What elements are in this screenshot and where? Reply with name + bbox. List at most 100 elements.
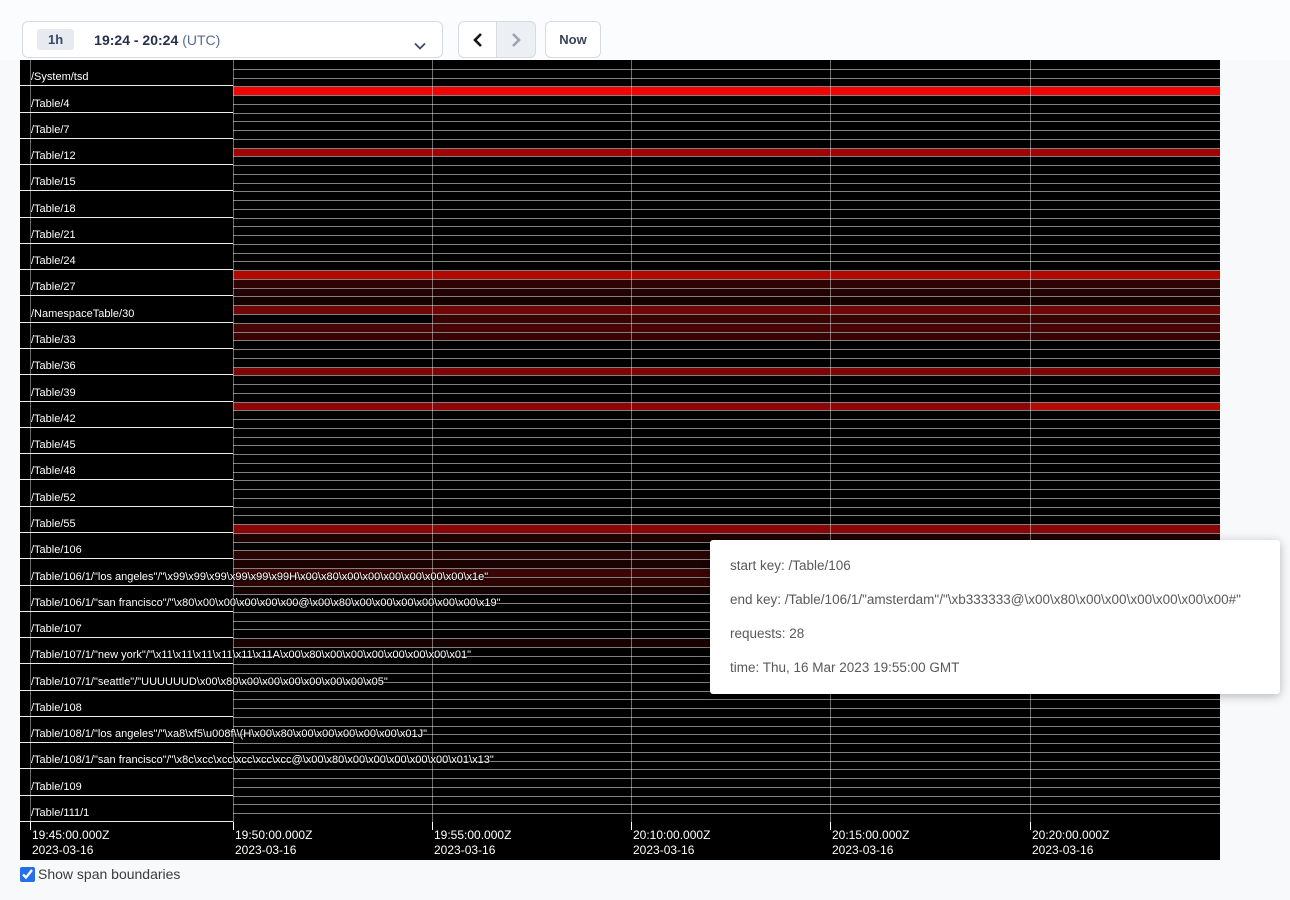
span-label: /Table/109 — [31, 781, 82, 794]
toolbar: 1h 19:24 - 20:24(UTC) Now — [0, 0, 1290, 60]
span-boundary-line — [233, 323, 1220, 324]
span-boundary-line — [233, 95, 1220, 96]
span-boundary-line — [233, 708, 1220, 709]
heat-band — [233, 324, 1220, 332]
span-boundary-line — [233, 699, 1220, 700]
row-boundary-line — [20, 532, 233, 533]
tooltip-time: time: Thu, 16 Mar 2023 19:55:00 GMT — [730, 651, 1260, 685]
span-boundary-line — [233, 402, 1220, 403]
span-boundary-line — [233, 209, 1220, 210]
row-boundary-line — [20, 243, 233, 244]
span-boundary-line — [233, 480, 1220, 481]
span-boundary-line — [233, 533, 1220, 534]
span-label: /Table/36 — [31, 360, 76, 373]
span-boundary-line — [233, 253, 1220, 254]
row-boundary-line — [20, 217, 233, 218]
span-label: /Table/55 — [31, 518, 76, 531]
time-gridline — [233, 60, 234, 822]
span-boundary-line — [233, 226, 1220, 227]
span-label: /Table/48 — [31, 465, 76, 478]
span-label: /Table/18 — [31, 203, 76, 216]
span-boundary-line — [233, 796, 1220, 797]
chevron-down-icon — [414, 37, 426, 55]
now-button[interactable]: Now — [545, 21, 601, 58]
span-boundary-line — [233, 279, 1220, 280]
axis-tick — [1030, 822, 1031, 830]
span-label: /Table/45 — [31, 439, 76, 452]
x-axis-label: 19:45:00.000Z2023-03-16 — [32, 828, 109, 858]
x-axis: 19:45:00.000Z2023-03-1619:50:00.000Z2023… — [20, 822, 1220, 860]
span-label: /NamespaceTable/30 — [31, 308, 134, 321]
span-label: /Table/27 — [31, 281, 76, 294]
span-boundary-line — [233, 261, 1220, 262]
heat-band — [233, 149, 1220, 157]
span-boundary-line — [233, 752, 1220, 753]
span-boundary-line — [233, 419, 1220, 420]
key-visualizer-canvas[interactable]: /System/tsd/Table/4/Table/7/Table/12/Tab… — [20, 60, 1220, 860]
span-boundary-line — [233, 787, 1220, 788]
heat-band — [432, 315, 1220, 323]
chevron-left-icon — [472, 32, 484, 48]
time-range-selector[interactable]: 1h 19:24 - 20:24(UTC) — [22, 21, 443, 58]
span-boundary-line — [233, 296, 1220, 297]
span-boundary-line — [233, 375, 1220, 376]
heat-band — [1030, 403, 1220, 411]
span-label: /Table/4 — [31, 98, 70, 111]
span-boundary-line — [233, 165, 1220, 166]
time-gridline — [830, 60, 831, 822]
span-label: /Table/106/1/"los angeles"/"\x99\x99\x99… — [31, 571, 488, 584]
row-boundary-line — [20, 374, 233, 375]
span-boundary-line — [233, 358, 1220, 359]
span-label: /Table/33 — [31, 334, 76, 347]
row-boundary-line — [20, 506, 233, 507]
span-boundary-line — [233, 86, 1220, 87]
span-label: /Table/108/1/"los angeles"/"\xa8\xf5\u00… — [31, 728, 427, 741]
show-span-boundaries-checkbox[interactable] — [20, 867, 35, 882]
footer: Show span boundaries — [20, 866, 180, 882]
span-boundary-line — [233, 524, 1220, 525]
span-boundary-line — [233, 340, 1220, 341]
row-boundary-line — [20, 295, 233, 296]
span-boundary-line — [233, 305, 1220, 306]
show-span-boundaries-label: Show span boundaries — [38, 866, 180, 882]
span-boundary-line — [233, 769, 1220, 770]
span-label: /Table/39 — [31, 387, 76, 400]
span-boundary-line — [233, 804, 1220, 805]
span-boundary-line — [233, 113, 1220, 114]
x-axis-label: 20:10:00.000Z2023-03-16 — [633, 828, 710, 858]
heat-band — [233, 271, 1220, 279]
span-boundary-line — [233, 104, 1220, 105]
span-boundary-line — [233, 463, 1220, 464]
span-label: /Table/108/1/"san francisco"/"\x8c\xcc\x… — [31, 754, 494, 767]
span-boundary-line — [233, 314, 1220, 315]
span-label: /Table/52 — [31, 492, 76, 505]
span-boundary-line — [233, 743, 1220, 744]
span-label: /Table/15 — [31, 176, 76, 189]
heat-band — [233, 297, 1220, 305]
span-boundary-line — [233, 270, 1220, 271]
axis-tick — [432, 822, 433, 830]
span-boundary-line — [233, 78, 1220, 79]
span-boundary-line — [233, 130, 1220, 131]
span-boundary-line — [233, 515, 1220, 516]
span-boundary-line — [233, 726, 1220, 727]
time-gridline — [1030, 60, 1031, 822]
span-boundary-line — [233, 288, 1220, 289]
x-axis-label: 19:55:00.000Z2023-03-16 — [434, 828, 511, 858]
time-nav-group — [458, 21, 536, 58]
row-boundary-line — [20, 453, 233, 454]
axis-tick — [233, 822, 234, 830]
span-boundary-line — [233, 332, 1220, 333]
span-boundary-line — [233, 218, 1220, 219]
axis-tick — [30, 822, 31, 830]
axis-tick — [631, 822, 632, 830]
tooltip-end-key: end key: /Table/106/1/"amsterdam"/"\xb33… — [730, 583, 1260, 617]
span-boundary-line — [233, 454, 1220, 455]
row-boundary-line — [20, 401, 233, 402]
span-boundary-line — [233, 191, 1220, 192]
prev-time-button[interactable] — [458, 21, 497, 58]
span-boundary-line — [233, 148, 1220, 149]
span-boundary-line — [233, 410, 1220, 411]
next-time-button[interactable] — [497, 21, 536, 58]
span-label: /Table/106/1/"san francisco"/"\x80\x00\x… — [31, 597, 501, 610]
